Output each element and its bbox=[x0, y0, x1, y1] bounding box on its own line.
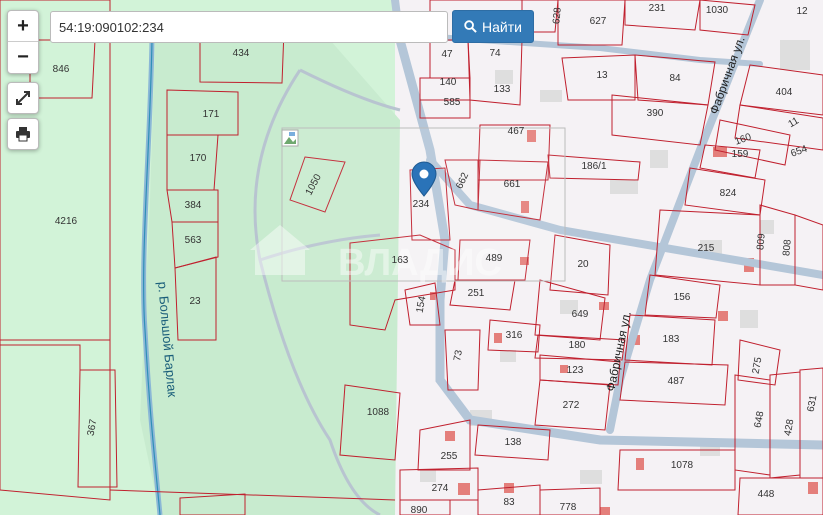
cadastral-search-input[interactable] bbox=[50, 11, 448, 43]
plot-label-170: 170 bbox=[190, 153, 207, 164]
search-button[interactable]: Найти bbox=[452, 10, 534, 43]
plot-label-778: 778 bbox=[560, 502, 577, 513]
plot-label-140: 140 bbox=[440, 77, 457, 88]
svg-text:ВЛАДИС: ВЛАДИС bbox=[338, 242, 502, 284]
plot-label-13: 13 bbox=[596, 70, 608, 81]
plot-label-171: 171 bbox=[203, 109, 220, 120]
plot-label-627: 627 bbox=[590, 16, 607, 27]
fullscreen-icon bbox=[8, 83, 38, 113]
plot-label-649: 649 bbox=[572, 309, 589, 320]
plot-label-138: 138 bbox=[505, 437, 522, 448]
plot-label-4216: 4216 bbox=[55, 216, 78, 227]
plot-label-251: 251 bbox=[468, 288, 485, 299]
plot-label-316: 316 bbox=[506, 330, 523, 341]
plot-label-156: 156 bbox=[674, 292, 691, 303]
search-button-label: Найти bbox=[482, 18, 522, 35]
plot-label-1030: 1030 bbox=[706, 5, 729, 16]
plot-label-23: 23 bbox=[189, 296, 201, 307]
plot-label-83: 83 bbox=[503, 497, 515, 508]
plot-label-890: 890 bbox=[411, 505, 428, 515]
plot-label-467: 467 bbox=[508, 126, 525, 137]
cadastral-map[interactable]: ВЛАДИС Фабричная ул. Фабричная ул. р. Бо… bbox=[0, 0, 823, 515]
plot-label-186-1: 186/1 bbox=[581, 161, 606, 172]
plot-label-434: 434 bbox=[233, 48, 250, 59]
plot-label-183: 183 bbox=[663, 334, 680, 345]
plot-label-74: 74 bbox=[489, 48, 501, 59]
plot-label-123: 123 bbox=[567, 365, 584, 376]
fullscreen-button[interactable] bbox=[7, 82, 39, 114]
plot-label-846: 846 bbox=[53, 64, 70, 75]
plot-label-84: 84 bbox=[669, 73, 681, 84]
plot-label-47: 47 bbox=[441, 49, 453, 60]
plot-label-133: 133 bbox=[494, 84, 511, 95]
plot-label-1088: 1088 bbox=[367, 407, 390, 418]
plot-label-163: 163 bbox=[392, 255, 409, 266]
plot-label-487: 487 bbox=[668, 376, 685, 387]
print-icon bbox=[8, 119, 38, 149]
plot-label-159: 159 bbox=[732, 149, 749, 160]
marker-plot-label: 234 bbox=[413, 199, 430, 210]
plot-label-180: 180 bbox=[569, 340, 586, 351]
zoom-in-button[interactable]: + bbox=[8, 11, 38, 42]
plot-label-12: 12 bbox=[796, 6, 808, 17]
plot-label-628: 628 bbox=[551, 7, 563, 25]
plot-label-390: 390 bbox=[647, 108, 664, 119]
plot-label-404: 404 bbox=[776, 87, 793, 98]
plot-label-20: 20 bbox=[577, 259, 589, 270]
plot-label-489: 489 bbox=[486, 253, 503, 264]
plot-label-274: 274 bbox=[432, 483, 449, 494]
plot-label-215: 215 bbox=[698, 243, 715, 254]
plot-label-585: 585 bbox=[444, 97, 461, 108]
print-button[interactable] bbox=[7, 118, 39, 150]
search-icon bbox=[464, 20, 477, 33]
plot-label-661: 661 bbox=[504, 179, 521, 190]
broken-image-icon bbox=[281, 129, 299, 147]
plot-label-231: 231 bbox=[649, 3, 666, 14]
plot-label-272: 272 bbox=[563, 400, 580, 411]
plot-label-448: 448 bbox=[758, 489, 775, 500]
plot-label-824: 824 bbox=[720, 188, 737, 199]
plot-label-563: 563 bbox=[185, 235, 202, 246]
plot-label-808: 808 bbox=[781, 239, 793, 257]
plot-label-384: 384 bbox=[185, 200, 202, 211]
plot-label-809: 809 bbox=[755, 233, 767, 251]
plot-label-1078: 1078 bbox=[671, 460, 694, 471]
plot-label-255: 255 bbox=[441, 451, 458, 462]
zoom-control: + − bbox=[7, 10, 39, 74]
zoom-out-button[interactable]: − bbox=[8, 42, 38, 72]
